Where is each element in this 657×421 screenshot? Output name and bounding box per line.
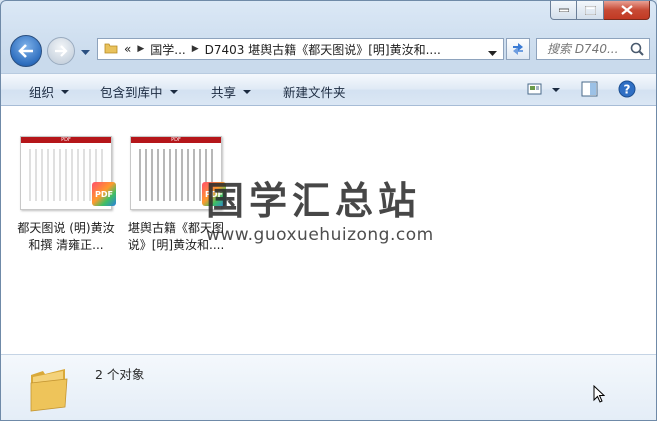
watermark-title: 国学汇总站 xyxy=(206,179,422,223)
forward-button[interactable] xyxy=(47,37,75,65)
thumbnail-header: PDF xyxy=(131,137,221,143)
address-dropdown-button[interactable] xyxy=(488,46,497,60)
minimize-button[interactable] xyxy=(550,1,577,20)
explorer-window: « ▶ 国学... ▶ D7403 堪舆古籍《都天图说》[明]黄汝和.... 组… xyxy=(0,0,657,421)
refresh-button[interactable] xyxy=(506,38,530,60)
address-bar[interactable]: « ▶ 国学... ▶ D7403 堪舆古籍《都天图说》[明]黄汝和.... xyxy=(97,38,504,60)
file-list-area[interactable]: PDF PDF 都天图说 (明)黄汝和撰 清雍正... PDF PDF 堪舆古籍… xyxy=(1,106,656,354)
watermark: 国学汇总站 www.guoxuehuizong.com xyxy=(206,170,434,245)
caption-buttons xyxy=(550,1,650,20)
organize-menu[interactable]: 组织 xyxy=(29,82,70,101)
chevron-down-icon[interactable] xyxy=(552,87,560,92)
maximize-icon xyxy=(584,5,596,15)
chevron-down-icon xyxy=(169,90,178,94)
include-in-library-label: 包含到库中 xyxy=(100,85,163,100)
breadcrumb-overflow[interactable]: « xyxy=(124,42,131,56)
new-folder-button[interactable]: 新建文件夹 xyxy=(283,82,346,101)
arrow-left-icon xyxy=(18,44,33,58)
include-in-library-menu[interactable]: 包含到库中 xyxy=(100,82,178,101)
file-name[interactable]: 堪舆古籍《都天图说》[明]黄汝和.... xyxy=(124,220,228,254)
command-bar: 组织 包含到库中 共享 新建文件夹 ? xyxy=(1,73,656,106)
share-menu[interactable]: 共享 xyxy=(211,82,252,101)
search-icon[interactable] xyxy=(630,42,644,59)
share-label: 共享 xyxy=(211,85,237,100)
breadcrumb-separator-icon[interactable]: ▶ xyxy=(137,44,144,54)
close-icon xyxy=(620,5,633,15)
pdf-icon: PDF xyxy=(202,182,226,206)
breadcrumb-separator-icon[interactable]: ▶ xyxy=(192,44,199,54)
chevron-down-icon xyxy=(61,90,70,94)
breadcrumb-item-guoxue[interactable]: 国学... xyxy=(150,41,185,58)
refresh-icon xyxy=(513,43,523,55)
folder-icon xyxy=(29,361,69,416)
preview-pane-button[interactable] xyxy=(581,81,599,100)
watermark-url: www.guoxuehuizong.com xyxy=(206,225,434,245)
new-folder-label: 新建文件夹 xyxy=(283,85,346,100)
chevron-down-icon xyxy=(81,50,90,55)
close-button[interactable] xyxy=(604,1,650,20)
chevron-down-icon xyxy=(243,90,252,94)
file-name[interactable]: 都天图说 (明)黄汝和撰 清雍正... xyxy=(14,220,118,254)
breadcrumb-item-current[interactable]: D7403 堪舆古籍《都天图说》[明]黄汝和.... xyxy=(205,41,441,58)
minimize-icon xyxy=(558,8,569,12)
details-pane: 2 个对象 xyxy=(1,354,656,420)
folder-icon xyxy=(104,41,118,58)
preview-pane-icon xyxy=(581,81,598,97)
pdf-icon: PDF xyxy=(92,182,116,206)
thumbnail-header: PDF xyxy=(21,137,111,143)
chevron-down-icon xyxy=(488,51,497,56)
help-button[interactable]: ? xyxy=(618,80,636,101)
search-box[interactable] xyxy=(536,38,650,60)
maximize-button[interactable] xyxy=(577,1,604,20)
help-icon: ? xyxy=(618,80,636,98)
recent-pages-button[interactable] xyxy=(81,45,90,59)
change-view-button[interactable] xyxy=(527,82,560,96)
svg-text:?: ? xyxy=(624,83,631,97)
organize-label: 组织 xyxy=(29,85,55,100)
mouse-cursor-icon xyxy=(593,384,606,407)
search-input[interactable] xyxy=(545,41,637,57)
view-icon xyxy=(527,83,542,95)
back-button[interactable] xyxy=(10,35,42,67)
arrow-right-icon xyxy=(55,45,68,57)
item-count: 2 个对象 xyxy=(95,367,145,382)
